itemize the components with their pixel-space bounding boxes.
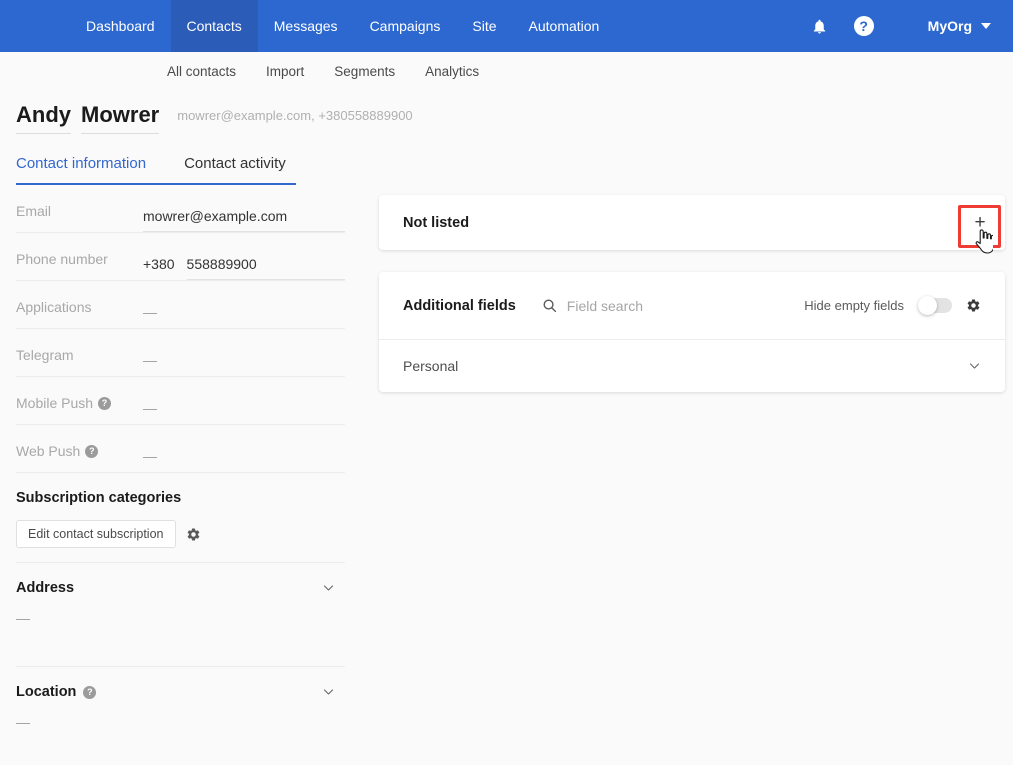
primary-nav-items: Dashboard Contacts Messages Campaigns Si… <box>70 0 615 52</box>
nav-item-dashboard[interactable]: Dashboard <box>70 0 171 52</box>
additional-fields-title: Additional fields <box>403 297 516 314</box>
field-row-web-push: Web Push ? — <box>16 425 345 473</box>
location-title: Location ? <box>16 684 97 700</box>
subnav-item-all-contacts[interactable]: All contacts <box>152 64 251 79</box>
nav-item-campaigns[interactable]: Campaigns <box>354 0 457 52</box>
contact-tabs: Contact information Contact activity <box>16 155 296 185</box>
field-row-applications: Applications — <box>16 281 345 329</box>
chevron-down-icon[interactable] <box>322 584 335 592</box>
phone-country-code[interactable]: +380 <box>143 256 175 280</box>
field-row-telegram: Telegram — <box>16 329 345 377</box>
additional-fields-controls: Hide empty fields <box>804 296 981 315</box>
nav-item-messages[interactable]: Messages <box>258 0 354 52</box>
contacts-subnav: All contacts Import Segments Analytics <box>0 52 1013 90</box>
additional-fields-header: Additional fields Field search Hide empt… <box>379 272 1005 340</box>
field-search-input[interactable]: Field search <box>542 298 643 314</box>
applications-value: — <box>143 304 157 320</box>
tab-contact-activity[interactable]: Contact activity <box>184 155 286 183</box>
contact-details-column: Email mowrer@example.com Phone number +3… <box>0 185 345 765</box>
subnav-item-import[interactable]: Import <box>251 64 319 79</box>
address-section-header[interactable]: Address <box>16 580 345 596</box>
additional-fields-card: Additional fields Field search Hide empt… <box>379 272 1005 392</box>
mobile-push-label-text: Mobile Push <box>16 395 94 411</box>
hide-empty-fields-label: Hide empty fields <box>804 298 904 313</box>
chevron-down-icon[interactable] <box>322 688 335 696</box>
web-push-value: — <box>143 448 157 464</box>
field-label-phone-number: Phone number <box>16 251 108 267</box>
hide-empty-fields-toggle[interactable] <box>918 296 952 315</box>
org-switcher[interactable]: MyOrg <box>928 18 991 34</box>
subnav-item-segments[interactable]: Segments <box>319 64 410 79</box>
address-value: — <box>16 610 30 626</box>
web-push-label-text: Web Push <box>16 443 81 459</box>
tab-contact-information[interactable]: Contact information <box>16 155 146 183</box>
help-button[interactable]: ? <box>842 0 886 52</box>
chevron-down-icon <box>981 23 991 29</box>
field-label-mobile-push: Mobile Push ? <box>16 395 143 424</box>
search-icon <box>543 299 556 313</box>
location-title-text: Location <box>16 684 77 700</box>
field-search-placeholder: Field search <box>566 297 644 314</box>
notifications-button[interactable] <box>798 0 842 52</box>
gear-icon[interactable] <box>186 527 201 542</box>
field-label-email: Email <box>16 203 52 219</box>
phone-number-input[interactable]: 558889900 <box>186 256 345 280</box>
subscription-actions: Edit contact subscription <box>16 520 345 548</box>
email-input[interactable]: mowrer@example.com <box>143 208 345 232</box>
gear-icon[interactable] <box>966 298 981 313</box>
phone-group: +380 558889900 <box>143 256 345 280</box>
toggle-knob <box>918 296 937 315</box>
nav-item-site[interactable]: Site <box>456 0 512 52</box>
field-label-web-push: Web Push ? <box>16 443 143 472</box>
address-title: Address <box>16 580 75 596</box>
add-field-button[interactable]: + <box>965 208 995 238</box>
help-circle-icon[interactable]: ? <box>83 685 97 699</box>
subscription-categories-section: Subscription categories Edit contact sub… <box>16 473 345 563</box>
field-row-email: Email mowrer@example.com <box>16 185 345 233</box>
location-value: — <box>16 714 30 730</box>
field-row-phone: Phone number +380 558889900 <box>16 233 345 281</box>
location-section-header[interactable]: Location ? <box>16 684 345 700</box>
additional-fields-group-personal[interactable]: Personal <box>379 340 1005 392</box>
last-name-field[interactable]: Mowrer <box>81 102 160 134</box>
field-row-mobile-push: Mobile Push ? — <box>16 377 345 425</box>
help-circle-icon: ? <box>853 16 874 36</box>
field-label-telegram: Telegram <box>16 347 74 363</box>
location-section: Location ? — <box>16 667 345 765</box>
group-label-personal: Personal <box>403 358 459 374</box>
subscription-categories-title: Subscription categories <box>16 490 182 506</box>
first-name-field[interactable]: Andy <box>16 102 71 134</box>
address-section: Address — <box>16 563 345 667</box>
help-circle-icon[interactable]: ? <box>85 444 99 458</box>
mobile-push-value: — <box>143 400 157 416</box>
chevron-down-icon[interactable] <box>968 362 981 370</box>
not-listed-title: Not listed <box>403 214 470 231</box>
subnav-item-analytics[interactable]: Analytics <box>410 64 494 79</box>
top-nav-actions: ? MyOrg <box>798 0 1013 52</box>
contact-header: Andy Mowrer mowrer@example.com, +3805588… <box>0 90 1013 134</box>
edit-contact-subscription-button[interactable]: Edit contact subscription <box>16 520 176 548</box>
help-circle-icon[interactable]: ? <box>98 396 112 410</box>
field-label-applications: Applications <box>16 299 92 315</box>
telegram-value: — <box>143 352 157 368</box>
nav-item-automation[interactable]: Automation <box>513 0 616 52</box>
top-navigation-bar: Dashboard Contacts Messages Campaigns Si… <box>0 0 1013 52</box>
org-label: MyOrg <box>927 18 972 34</box>
page-body: Email mowrer@example.com Phone number +3… <box>0 185 1013 765</box>
bell-icon <box>813 19 826 34</box>
not-listed-card: Not listed + <box>379 195 1005 254</box>
contact-fields-column: Not listed + Additional fields Field sea… <box>345 185 1013 392</box>
contact-summary: mowrer@example.com, +380558889900 <box>177 108 413 123</box>
nav-item-contacts[interactable]: Contacts <box>170 0 258 52</box>
